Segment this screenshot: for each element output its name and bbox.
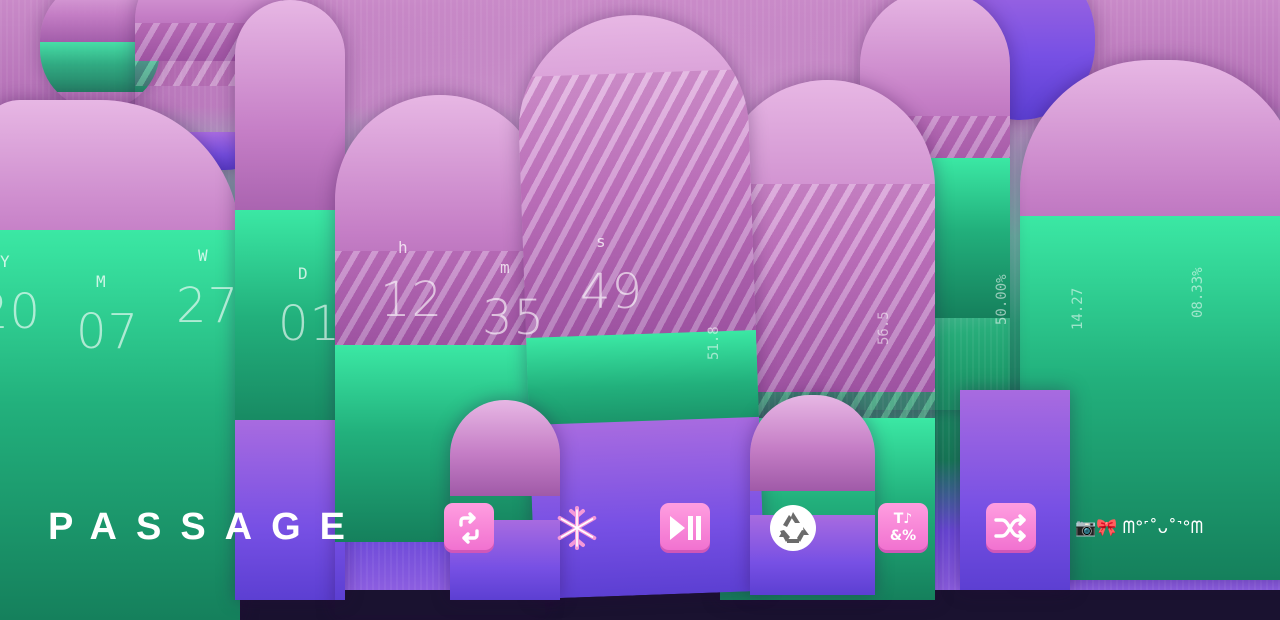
snowflake-icon (557, 506, 597, 550)
second-label: s (596, 232, 606, 251)
month-value: 07 (76, 304, 140, 360)
hour-value: 12 (380, 272, 444, 328)
week-label: W (198, 246, 208, 265)
minute-label: m (500, 258, 510, 277)
second-value: 49 (580, 264, 644, 320)
readout-2: 56.5 (876, 311, 892, 345)
year-label: Y (0, 252, 10, 271)
repeat-button[interactable] (444, 503, 494, 553)
year-value: 20 (0, 284, 42, 340)
day-value: 01 (278, 296, 342, 352)
brand-title: PASSAGE (48, 506, 365, 548)
readout-5: 08.33% (1190, 267, 1206, 318)
repeat-icon (459, 512, 479, 544)
recycle-button[interactable] (768, 503, 818, 553)
readout-4: 14.27 (1070, 287, 1086, 330)
day-label: D (298, 264, 308, 283)
arch-panel (750, 395, 875, 595)
symbols-icon: T♪ &% (889, 511, 917, 544)
recycle-icon (770, 505, 816, 551)
month-label: M (96, 272, 106, 291)
arch-panel (960, 390, 1070, 590)
play-pause-icon (670, 516, 701, 540)
readout-3: 50.00% (994, 274, 1010, 325)
hour-label: h (398, 238, 408, 257)
kaomoji-text: 📷🎀 ᗰ°˹˚ᴗ˚˺°ᗰ (1075, 518, 1204, 538)
play-pause-button[interactable] (660, 503, 710, 553)
snowflake-button[interactable] (552, 503, 602, 553)
week-value: 27 (176, 278, 240, 334)
arch-panel (450, 400, 560, 600)
symbols-button[interactable]: T♪ &% (878, 503, 928, 553)
minute-value: 35 (482, 290, 546, 346)
shuffle-icon (994, 514, 1026, 542)
shuffle-button[interactable] (986, 503, 1036, 553)
readout-1: 51.8 (706, 326, 722, 360)
